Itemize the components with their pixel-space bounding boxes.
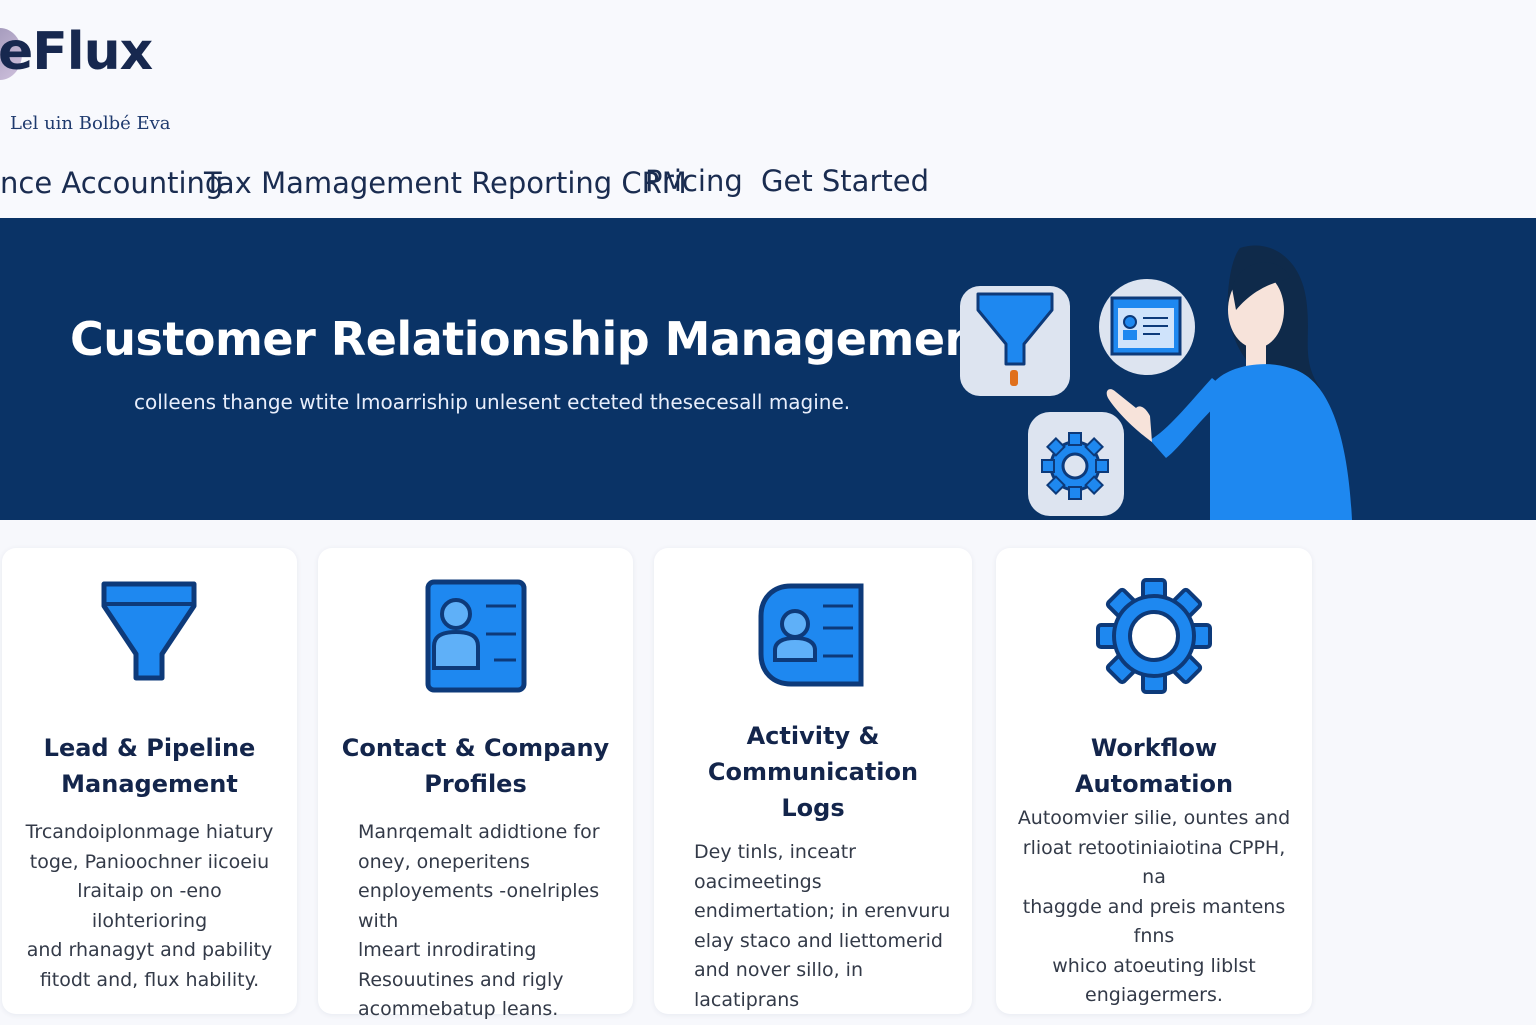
card-title: Workflow Automation bbox=[1074, 734, 1234, 798]
nav-item-accounting[interactable]: nce Accounting bbox=[0, 166, 223, 200]
funnel-icon bbox=[101, 581, 196, 681]
card-title: Contact & Company Profiles bbox=[341, 734, 610, 798]
hero-gear-icon bbox=[1028, 412, 1124, 516]
site-header: eFlux Lel uin Bolbé Eva nce Accounting T… bbox=[0, 0, 1536, 218]
hero-subtitle: colleens thange wtite lmoarriship unlese… bbox=[134, 390, 851, 414]
feature-card-contact-company[interactable]: Contact & Company Profiles Manrqemalt adi… bbox=[318, 548, 633, 1020]
hero-profile-card-icon bbox=[1099, 279, 1195, 375]
nav-item-get-started[interactable]: Get Started bbox=[761, 164, 929, 198]
card-description: Autoomvier silie, ountes and rlioat retoo… bbox=[1017, 807, 1291, 1006]
feature-card-lead-pipeline[interactable]: Lead & Pipeline Management Trcandoiplonma… bbox=[2, 548, 297, 1014]
card-description: Trcandoiplonmage hiatury toge, Panioochne… bbox=[25, 821, 274, 991]
hero-banner: Customer Relationship Management colleen… bbox=[0, 218, 1536, 520]
hero-illustration bbox=[960, 245, 1352, 520]
hero-title: Customer Relationship Management bbox=[70, 312, 999, 366]
nav-item-pricing[interactable]: Pricing bbox=[645, 164, 743, 198]
feature-card-workflow-automation[interactable]: Workflow Automation Autoomvier silie, ou… bbox=[996, 548, 1312, 1014]
nav-item-tax-reporting-crm[interactable]: Tax Mamagement Reporting CRM bbox=[204, 166, 687, 200]
card-description: Dey tinls, inceatr oacimeetings endimerta… bbox=[694, 841, 951, 1011]
brand-tagline: Lel uin Bolbé Eva bbox=[10, 113, 171, 134]
card-title: Activity & Communication Logs bbox=[707, 722, 919, 822]
feature-card-activity-logs[interactable]: Activity & Communication Logs Dey tinls, i… bbox=[654, 548, 972, 1014]
activity-log-icon bbox=[758, 583, 864, 687]
card-description: Manrqemalt adidtione for oney, oneperiten… bbox=[358, 821, 600, 1020]
hero-funnel-icon bbox=[960, 286, 1070, 396]
logo-text: eFlux bbox=[0, 22, 153, 82]
card-title: Lead & Pipeline Management bbox=[43, 734, 256, 798]
contact-card-icon bbox=[425, 579, 526, 693]
gear-icon bbox=[1096, 578, 1212, 694]
feature-cards: Lead & Pipeline Management Trcandoiplonma… bbox=[0, 548, 1536, 1020]
